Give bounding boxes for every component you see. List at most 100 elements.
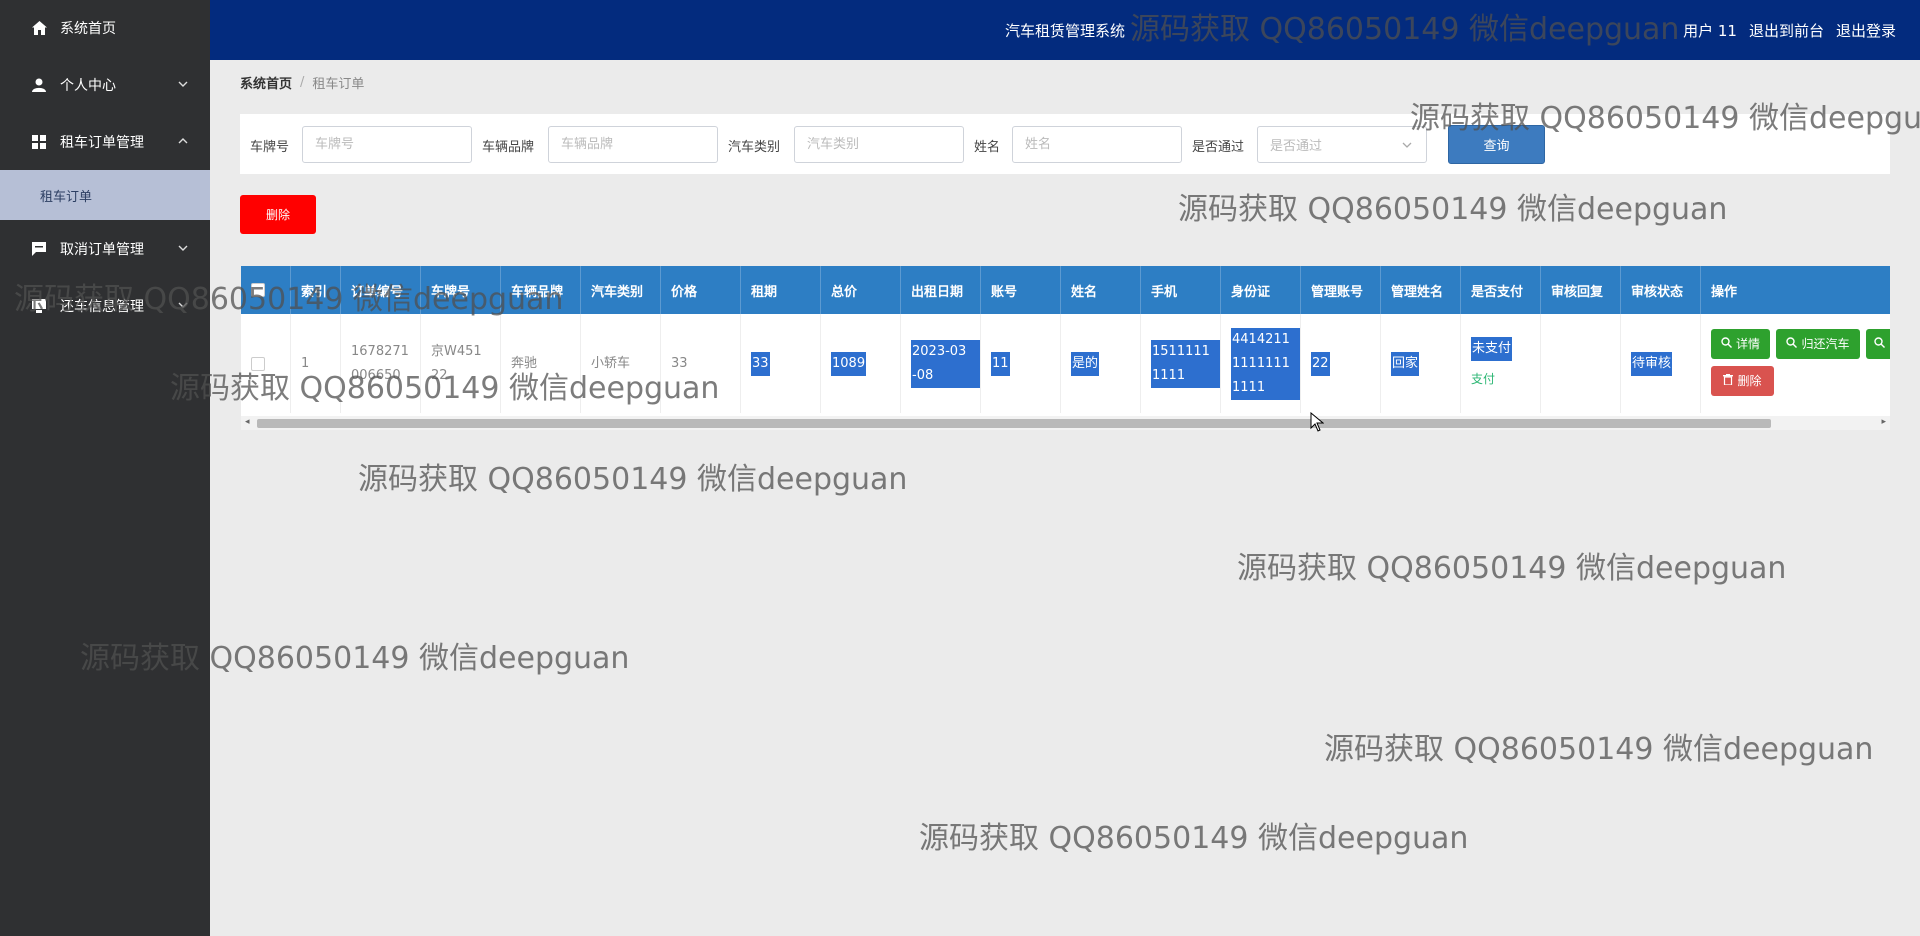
sidebar-item-label: 个人中心 (60, 78, 116, 94)
cell-name-value: 是的 (1071, 351, 1100, 376)
cell-status: 待审核 (1621, 314, 1701, 413)
row-delete-button[interactable]: 删除 (1711, 366, 1774, 396)
grid-icon (30, 133, 48, 151)
brand-input[interactable] (548, 126, 718, 163)
return-car-button[interactable]: 归还汽车 (1776, 329, 1860, 359)
breadcrumb-separator: / (300, 75, 305, 90)
batch-delete-button[interactable]: 删除 (240, 195, 316, 234)
pass-select-value: 是否通过 (1270, 139, 1323, 154)
logout-link[interactable]: 退出登录 (1836, 20, 1896, 41)
breadcrumb-home[interactable]: 系统首页 (240, 73, 292, 92)
cell-account: 11 (981, 314, 1061, 413)
cell-total-value: 1089 (831, 351, 867, 376)
table-header-cell: 账号 (981, 266, 1061, 314)
search-icon (1874, 332, 1885, 356)
table-header-cell: 总价 (821, 266, 901, 314)
watermark: 源码获取 QQ86050149 微信deepguan (170, 371, 720, 406)
table-header-cell: 价格 (661, 266, 741, 314)
sidebar-item-label: 取消订单管理 (60, 242, 144, 258)
watermark: 源码获取 QQ86050149 微信deepguan (80, 641, 630, 676)
breadcrumb-current: 租车订单 (312, 77, 365, 92)
cell-date-value: 2023-03 -08 (911, 339, 980, 388)
scrollbar-thumb[interactable] (257, 419, 1771, 428)
brand-label: 车辆品牌 (482, 140, 535, 155)
cell-date: 2023-03 -08 (901, 314, 981, 413)
table-header-cell: 审核状态 (1621, 266, 1701, 314)
cell-status-value: 待审核 (1631, 351, 1673, 376)
watermark: 源码获取 QQ86050149 微信deepguan (358, 462, 908, 497)
sidebar-item-rental-orders[interactable]: 租车订单管理 (0, 117, 210, 167)
name-input[interactable] (1012, 126, 1182, 163)
cell-term: 33 (741, 314, 821, 413)
cell-name: 是的 (1061, 314, 1141, 413)
plate-label: 车牌号 (250, 140, 290, 155)
row-delete-button-label: 删除 (1737, 374, 1762, 388)
watermark: 源码获取 QQ86050149 微信deepguan (1324, 732, 1874, 767)
more-action-button[interactable] (1866, 329, 1890, 359)
cell-paid-value: 未支付 (1471, 336, 1513, 361)
scroll-left-arrow-icon[interactable]: ◂ (245, 417, 250, 427)
cell-phone: 1511111 1111 (1141, 314, 1221, 413)
chevron-up-icon (178, 133, 188, 147)
table-header-cell: 租期 (741, 266, 821, 314)
cell-id-card: 4414211 1111111 1111 (1221, 314, 1301, 413)
watermark: 源码获取 QQ86050149 微信deepguan (1237, 551, 1787, 586)
table-header-cell: 操作 (1711, 284, 1738, 300)
home-icon (30, 19, 48, 37)
table-header-cell: 汽车类别 (581, 266, 661, 314)
sidebar-item-label: 租车订单管理 (60, 135, 144, 151)
sidebar-item-label: 系统首页 (60, 21, 116, 37)
plate-input[interactable] (302, 126, 472, 163)
cell-admin-name-value: 回家 (1391, 351, 1420, 376)
exit-to-front-link[interactable]: 退出到前台 (1749, 20, 1824, 41)
watermark: 源码获取 QQ86050149 微信deepguan (14, 282, 564, 317)
cell-total: 1089 (821, 314, 901, 413)
chat-icon (30, 240, 48, 258)
app-title: 汽车租赁管理系统 (1005, 22, 1126, 40)
table-header-cell: 是否支付 (1461, 266, 1541, 314)
chevron-down-icon (178, 240, 188, 254)
sidebar-item-profile[interactable]: 个人中心 (0, 60, 210, 110)
cell-admin-name: 回家 (1381, 314, 1461, 413)
name-label: 姓名 (974, 140, 1001, 155)
pass-select[interactable]: 是否通过 (1257, 126, 1427, 163)
watermark: 源码获取 QQ86050149 微信deepguan (1130, 12, 1680, 47)
watermark: 源码获取 QQ86050149 微信deepguan (919, 821, 1469, 856)
sidebar-subitem-rental-order[interactable]: 租车订单 (0, 170, 210, 220)
cell-admin-account-value: 22 (1311, 351, 1330, 376)
detail-button[interactable]: 详情 (1711, 329, 1770, 359)
mouse-cursor-icon (1310, 411, 1325, 436)
type-input[interactable] (794, 126, 964, 163)
trash-icon (1723, 369, 1734, 393)
sidebar-item-cancel-orders[interactable]: 取消订单管理 (0, 224, 210, 274)
cell-paid: 未支付 支付 (1461, 314, 1541, 413)
user-label: 用户 11 (1683, 22, 1737, 40)
detail-button-label: 详情 (1735, 337, 1760, 351)
cell-admin-account: 22 (1301, 314, 1381, 413)
type-label: 汽车类别 (728, 140, 781, 155)
watermark: 源码获取 QQ86050149 微信deepguan (1410, 101, 1920, 136)
cell-operations: 详情 归还汽车 删除 (1701, 314, 1890, 413)
search-icon (1786, 332, 1798, 356)
scroll-right-arrow-icon[interactable]: ▸ (1881, 417, 1886, 427)
table-header-cell: 身份证 (1221, 266, 1301, 314)
chevron-down-icon (1402, 137, 1412, 151)
sidebar: 系统首页 个人中心 租车订单管理 租车订单 取消订单管理 还车信息管理 (0, 0, 210, 936)
cell-account-value: 11 (991, 351, 1010, 376)
chevron-down-icon (178, 76, 188, 90)
cell-term-value: 33 (751, 351, 770, 376)
table-header-cell: 出租日期 (901, 266, 981, 314)
table-header-cell: 管理账号 (1301, 266, 1381, 314)
cell-phone-value: 1511111 1111 (1151, 339, 1220, 388)
horizontal-scrollbar[interactable]: ◂ ▸ (241, 416, 1890, 430)
sidebar-item-home[interactable]: 系统首页 (0, 3, 210, 53)
pay-link[interactable]: 支付 (1471, 367, 1512, 391)
table-header-cell: 手机 (1141, 266, 1221, 314)
table-header-cell: 姓名 (1061, 266, 1141, 314)
watermark: 源码获取 QQ86050149 微信deepguan (1178, 192, 1728, 227)
table-header-cell: 审核回复 (1541, 266, 1621, 314)
return-car-button-label: 归还汽车 (1801, 337, 1850, 351)
table-header-cell: 管理姓名 (1381, 266, 1461, 314)
pass-label: 是否通过 (1192, 140, 1245, 155)
breadcrumb: 系统首页 / 租车订单 (240, 73, 364, 92)
